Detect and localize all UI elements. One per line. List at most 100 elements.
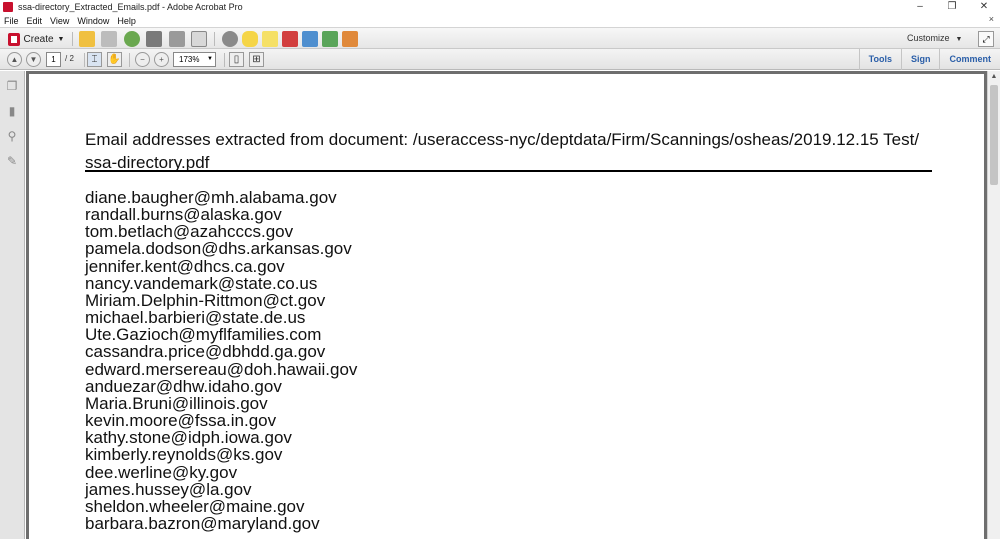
vertical-scrollbar[interactable]: ▲ [987, 71, 1000, 539]
chevron-down-icon: ▼ [207, 56, 213, 62]
fit-page-icon[interactable]: ▯ [229, 52, 244, 67]
email-list-item: randall.burns@alaska.gov [85, 205, 282, 225]
chevron-down-icon: ▼ [57, 35, 65, 43]
signatures-icon[interactable]: ✎ [5, 154, 19, 168]
minimize-button[interactable]: – [904, 0, 936, 14]
window-controls: – ❐ ✕ [904, 0, 1000, 14]
pdf-convert-button[interactable] [282, 31, 298, 47]
left-navigation-panel: ❐ ▮ ⚲ ✎ [0, 71, 25, 539]
expand-icon[interactable]: ⤢ [978, 31, 994, 47]
edit-button[interactable] [169, 31, 185, 47]
email-list-item: diane.baugher@mh.alabama.gov [85, 188, 337, 207]
highlight-icon [262, 31, 278, 47]
zoom-level-value: 173% [179, 55, 200, 64]
menu-file[interactable]: File [4, 16, 19, 26]
highlight-button[interactable] [262, 31, 278, 47]
email-list-item: james.hussey@la.gov [85, 479, 252, 499]
settings-button[interactable] [222, 31, 238, 47]
email-list-item: Maria.Bruni@illinois.gov [85, 393, 268, 413]
save-button[interactable] [101, 31, 117, 47]
combine-files-icon [302, 31, 318, 47]
select-cursor-icon[interactable]: ⌶ [87, 52, 102, 67]
menu-bar: File Edit View Window Help × [0, 14, 1000, 27]
menu-help[interactable]: Help [117, 16, 136, 26]
attachments-icon[interactable]: ⚲ [5, 129, 19, 143]
read-mode-icon[interactable]: ⊞ [249, 52, 264, 67]
page-thumbnails-icon[interactable]: ❐ [5, 79, 19, 93]
combine-button[interactable] [302, 31, 318, 47]
document-viewport: Email addresses extracted from document:… [26, 71, 987, 539]
email-list-item: anduezar@dhw.idaho.gov [85, 376, 282, 396]
print-button[interactable] [146, 31, 162, 47]
pdf-page: Email addresses extracted from document:… [29, 74, 984, 539]
document-heading: Email addresses extracted from document:… [85, 130, 920, 172]
close-document-button[interactable]: × [989, 14, 994, 24]
restore-button[interactable]: ❐ [936, 0, 968, 14]
protect-button[interactable] [342, 31, 358, 47]
previous-page-icon[interactable]: ▲ [7, 52, 22, 67]
edit-icon [169, 31, 185, 47]
toolbar-divider [129, 53, 130, 67]
protect-icon [342, 31, 358, 47]
toolbar-divider [72, 32, 73, 46]
print-icon [146, 31, 162, 47]
email-list-item: kevin.moore@fssa.in.gov [85, 411, 277, 431]
sign-link[interactable]: Sign [900, 49, 940, 70]
toolbar-divider [84, 53, 85, 67]
acrobat-app-icon [3, 2, 13, 12]
page-number-input[interactable]: 1 [46, 52, 61, 67]
open-folder-icon [79, 31, 95, 47]
toolbar-divider [214, 32, 215, 46]
close-window-button[interactable]: ✕ [968, 0, 1000, 14]
menu-view[interactable]: View [50, 16, 69, 26]
zoom-in-icon[interactable]: + [154, 52, 169, 67]
chevron-down-icon: ▼ [955, 36, 963, 43]
gear-icon [222, 31, 238, 47]
zoom-out-icon[interactable]: − [135, 52, 150, 67]
pdf-convert-icon [282, 31, 298, 47]
email-list-item: sheldon.wheeler@maine.gov [85, 496, 305, 516]
menu-window[interactable]: Window [77, 16, 109, 26]
create-label: Create [23, 33, 54, 45]
email-list-item: nancy.vandemark@state.co.us [85, 273, 318, 293]
export-icon [322, 31, 338, 47]
create-pdf-icon [7, 32, 20, 46]
email-button[interactable] [191, 31, 207, 47]
customize-dropdown[interactable]: Customize ▼ [907, 33, 962, 43]
zoom-level-dropdown[interactable]: 173% ▼ [173, 52, 216, 67]
customize-label: Customize [907, 33, 950, 43]
navigation-toolbar: ▲ ▼ 1 / 2 ⌶ ✋ − + 173% ▼ ▯ ⊞ Tools Sign … [0, 49, 1000, 70]
email-list-item: cassandra.price@dbhdd.ga.gov [85, 342, 326, 362]
comment-bubble-icon [242, 31, 258, 47]
main-toolbar: Create ▼ Customize ▼ ⤢ [0, 27, 1000, 49]
email-list-item: Miriam.Delphin-Rittmon@ct.gov [85, 290, 326, 310]
window-title: ssa-directory_Extracted_Emails.pdf - Ado… [18, 2, 243, 12]
comment-link[interactable]: Comment [939, 49, 1000, 70]
scroll-up-icon[interactable]: ▲ [988, 71, 1000, 83]
scrollbar-thumb[interactable] [990, 85, 998, 185]
email-list-item: edward.mersereau@doh.hawaii.gov [85, 359, 358, 379]
menu-edit[interactable]: Edit [27, 16, 43, 26]
open-button[interactable] [79, 31, 95, 47]
export-button[interactable] [322, 31, 338, 47]
email-icon [191, 31, 207, 47]
email-list-item: michael.barbieri@state.de.us [85, 308, 306, 328]
task-pane-links: Tools Sign Comment [858, 49, 1000, 70]
toolbar-divider [224, 53, 225, 67]
email-list-item: kimberly.reynolds@ks.gov [85, 445, 283, 465]
tools-link[interactable]: Tools [858, 49, 901, 70]
hand-tool-icon[interactable]: ✋ [107, 52, 122, 67]
next-page-icon[interactable]: ▼ [26, 52, 41, 67]
save-icon [101, 31, 117, 47]
title-bar: ssa-directory_Extracted_Emails.pdf - Ado… [0, 0, 1000, 14]
email-list-item: tom.betlach@azahcccs.gov [85, 222, 294, 242]
email-list-item: Ute.Gazioch@myflfamilies.com [85, 325, 322, 345]
create-button[interactable]: Create ▼ [6, 31, 66, 47]
upload-button[interactable] [124, 31, 140, 47]
email-list: diane.baugher@mh.alabama.gov randall.burn… [85, 189, 357, 532]
heading-divider [85, 170, 932, 172]
email-list-item: jennifer.kent@dhcs.ca.gov [85, 256, 285, 276]
cloud-upload-icon [124, 31, 140, 47]
bookmarks-icon[interactable]: ▮ [5, 104, 19, 118]
comment-button[interactable] [242, 31, 258, 47]
